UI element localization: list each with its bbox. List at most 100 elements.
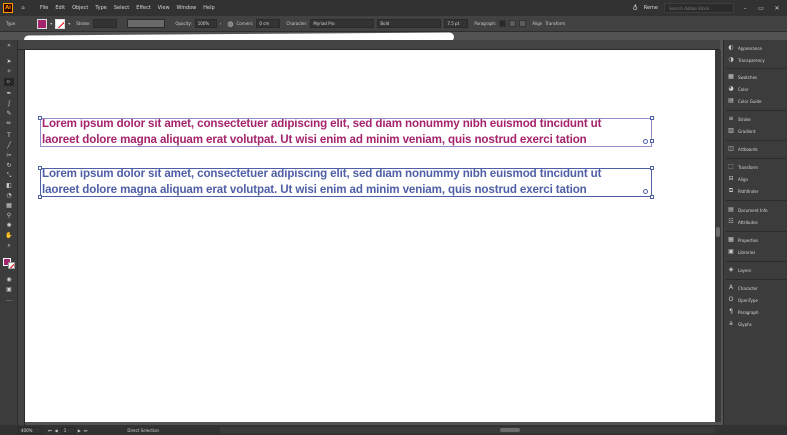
panel-libraries[interactable]: ▣ Libraries [728,249,755,255]
anchor-handle[interactable] [38,116,42,120]
menu-type[interactable]: Type [95,5,106,11]
pen-tool-icon[interactable]: ✒ [4,90,14,98]
panel-artboards[interactable]: ◫ Artboards [728,146,757,152]
pencil-tool-icon[interactable]: ✏ [4,120,14,128]
gradient-tool-icon[interactable]: ▦ [4,202,14,210]
eraser-tool-icon[interactable]: ◧ [4,182,14,190]
next-artboard-icon[interactable]: ▶ [78,428,81,433]
character-label[interactable]: Character: [286,21,307,26]
lightbulb-icon[interactable]: ♁ [633,4,638,12]
panel-layers[interactable]: ◈ Layers [728,267,752,273]
eyedropper-tool-icon[interactable]: ⚲ [4,212,14,220]
menu-file[interactable]: File [40,5,48,11]
panel-appearance[interactable]: ◐ Appearance [728,45,762,51]
paintbrush-tool-icon[interactable]: ✎ [4,110,14,118]
anchor-handle[interactable] [38,166,42,170]
dropdown-icon[interactable]: ▾ [50,21,52,26]
align-link[interactable]: Align [532,21,542,26]
font-size-field[interactable]: 7.5 pt [444,19,469,28]
drawing-modes-icon[interactable]: ◉ [4,276,14,284]
panel-stroke[interactable]: ≡ Stroke [728,116,750,122]
selection-tool-icon[interactable]: ➤ [4,58,14,66]
scale-tool-icon[interactable]: ⤡ [4,172,14,180]
panel-pathfinder[interactable]: ⧉ Pathfinder [728,188,759,194]
home-icon[interactable]: ⌂ [18,3,28,13]
panel-align[interactable]: ⊟ Align [728,176,748,182]
line-tool-icon[interactable]: ╱ [4,142,14,150]
artboard-canvas[interactable] [25,50,715,422]
stroke-weight-field[interactable] [93,19,118,28]
scissors-tool-icon[interactable]: ✂ [4,152,14,160]
direct-selection-tool-icon[interactable]: ▹ [4,78,14,86]
align-center-button[interactable] [509,20,517,27]
dropdown-icon[interactable]: ▾ [68,21,70,26]
panel-transform[interactable]: ⬚ Transform [728,164,758,170]
opacity-field[interactable]: 100% [194,19,217,28]
first-artboard-icon[interactable]: ⏮ [48,428,52,433]
menu-select[interactable]: Select [114,5,129,11]
prev-artboard-icon[interactable]: ◀ [55,428,58,433]
workspace-switcher[interactable]: Reme [644,5,658,11]
font-style-select[interactable]: Bold [377,19,442,28]
vertical-ruler[interactable] [18,50,25,425]
panel-swatches[interactable]: ▦ Swatches [728,74,757,80]
opacity-label[interactable]: Opacity: [175,21,191,26]
horizontal-scroll-thumb[interactable] [500,428,520,432]
panel-document-info[interactable]: ▤ Document Info [728,207,767,213]
corners-field[interactable]: 0 cm [256,19,281,28]
symbol-sprayer-tool-icon[interactable]: ✺ [4,222,14,230]
panel-attributes[interactable]: ☷ Attributes [728,219,757,225]
stroke-label[interactable]: Stroke: [76,21,90,26]
zoom-tool-icon[interactable]: ⌕ [4,242,14,250]
menu-window[interactable]: Window [177,5,197,11]
type-tool-icon[interactable]: T [4,132,14,140]
menu-effect[interactable]: Effect [136,5,150,11]
anchor-handle[interactable] [650,166,654,170]
anchor-handle[interactable] [650,139,654,143]
close-icon[interactable]: ✕ [772,5,782,12]
menu-view[interactable]: View [158,5,170,11]
panel-opentype[interactable]: O OpenType [728,297,758,303]
artboard-number-field[interactable]: 1 [60,426,75,434]
transform-link[interactable]: Transform [545,21,565,26]
panel-transparency[interactable]: ◑ Transparency [728,57,764,63]
recolor-icon[interactable]: ◍ [227,20,233,28]
panel-color-guide[interactable]: ▤ Color Guide [728,98,761,104]
variable-width-field[interactable] [127,19,166,28]
menu-help[interactable]: Help [203,5,214,11]
rotate-tool-icon[interactable]: ↻ [4,162,14,170]
panel-paragraph[interactable]: ¶ Paragraph [728,309,758,315]
panel-color[interactable]: ◕ Color [728,86,748,92]
stroke-swatch[interactable] [55,18,66,29]
paragraph-label[interactable]: Paragraph: [474,21,496,26]
panel-gradient[interactable]: ▥ Gradient [728,128,755,134]
align-right-button[interactable] [519,20,527,27]
panel-glyphs[interactable]: a Glyphs [728,321,752,327]
hand-tool-icon[interactable]: ✋ [4,232,14,240]
panel-properties[interactable]: ▦ Properties [728,237,758,243]
collapse-icon[interactable]: » [4,42,14,50]
font-family-select[interactable]: Myriad Pro [310,19,375,28]
stock-search-input[interactable]: Search Adobe Stock [664,3,734,13]
panel-character[interactable]: A Character [728,285,758,291]
current-tool-label[interactable]: Direct Selection [127,428,159,433]
horizontal-ruler[interactable] [18,40,720,50]
chevron-right-icon[interactable]: › [220,21,222,26]
maximize-icon[interactable]: ▭ [756,5,766,12]
align-left-button[interactable] [499,20,507,27]
screen-mode-icon[interactable]: ▣ [4,286,14,294]
text-out-port[interactable] [643,189,648,194]
menu-object[interactable]: Object [72,5,88,11]
magic-wand-icon[interactable]: ✧ [4,68,14,76]
anchor-handle[interactable] [650,195,654,199]
stroke-color-icon[interactable] [8,262,15,269]
corners-label[interactable]: Corners: [236,21,253,26]
anchor-handle[interactable] [38,195,42,199]
minimize-icon[interactable]: – [740,5,750,12]
zoom-field[interactable]: 400% [18,426,42,434]
text-out-port[interactable] [643,139,648,144]
shape-builder-tool-icon[interactable]: ◔ [4,192,14,200]
last-artboard-icon[interactable]: ⏭ [84,428,88,433]
menu-edit[interactable]: Edit [55,5,65,11]
fill-swatch[interactable] [37,18,48,29]
